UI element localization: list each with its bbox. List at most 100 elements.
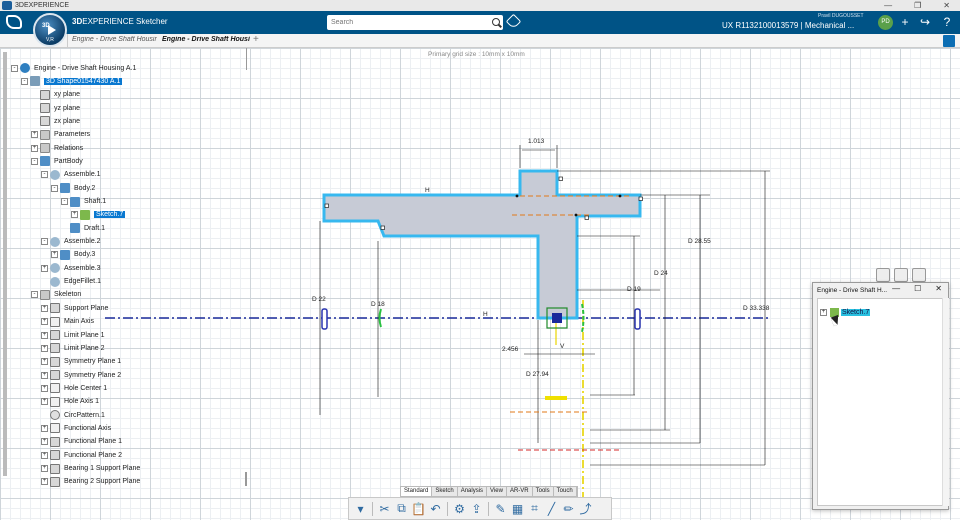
- expand-toggle-icon[interactable]: +: [41, 331, 48, 339]
- tree-node[interactable]: + Symmetry Plane 1: [41, 356, 121, 368]
- tab-drive-shaft-housing-2[interactable]: Engine - Drive Shaft Housing: [162, 36, 250, 43]
- dropdown-icon[interactable]: ▾: [353, 501, 368, 516]
- toolbar-tab-analysis[interactable]: Analysis: [458, 487, 488, 496]
- tree-node[interactable]: zx plane: [31, 115, 80, 127]
- expand-toggle-icon[interactable]: -: [31, 157, 38, 165]
- tree-node[interactable]: + Hole Axis 1: [41, 396, 99, 408]
- add-tab-icon[interactable]: +: [253, 34, 259, 45]
- tree-scrollbar[interactable]: [3, 52, 7, 476]
- avatar[interactable]: PD: [878, 15, 893, 30]
- toolbar-tab-touch[interactable]: Touch: [554, 487, 577, 496]
- close-icon[interactable]: ✕: [943, 1, 950, 10]
- tag-icon[interactable]: [505, 13, 522, 30]
- tree-node[interactable]: + Functional Axis: [41, 422, 111, 434]
- expand-toggle-icon[interactable]: -: [21, 77, 28, 85]
- add-icon[interactable]: +: [898, 15, 912, 29]
- tree-node[interactable]: + Assemble.3: [41, 262, 101, 274]
- restore-icon[interactable]: ❐: [914, 1, 921, 10]
- expand-toggle-icon[interactable]: +: [41, 478, 48, 486]
- minimize-icon[interactable]: —: [884, 1, 892, 10]
- tree-node[interactable]: - 3D Shape01547430 A.1: [21, 75, 123, 87]
- floating-scrollbar[interactable]: [942, 298, 949, 506]
- tree-node[interactable]: Draft.1: [61, 222, 105, 234]
- robot-icon[interactable]: [912, 268, 926, 282]
- pencil-icon[interactable]: ✏: [561, 501, 576, 516]
- expand-toggle-icon[interactable]: +: [41, 358, 48, 366]
- help-icon[interactable]: ?: [940, 15, 954, 29]
- tree-node[interactable]: + Bearing 1 Support Plane: [41, 463, 140, 475]
- paste-icon[interactable]: 📋: [411, 501, 426, 516]
- tree-node[interactable]: + Support Plane: [41, 302, 108, 314]
- dim-diameter-33-338[interactable]: D 33.338: [743, 305, 769, 312]
- collaborative-space-context[interactable]: UX R1132100013579 | Mechanical ...: [722, 21, 854, 30]
- toolbar-tab-sketch[interactable]: Sketch: [432, 487, 458, 496]
- tree-node[interactable]: - Assemble.1: [41, 169, 101, 181]
- tree-node[interactable]: - Body.2: [51, 182, 95, 194]
- copy-icon[interactable]: ⧉: [394, 501, 409, 516]
- expand-toggle-icon[interactable]: +: [41, 438, 48, 446]
- expand-icon[interactable]: [943, 35, 955, 47]
- expand-toggle-icon[interactable]: +: [71, 211, 78, 219]
- tree-node[interactable]: + Limit Plane 1: [41, 329, 104, 341]
- search-icon[interactable]: [489, 16, 503, 30]
- update-icon[interactable]: ⚙: [452, 501, 467, 516]
- expand-toggle-icon[interactable]: +: [41, 384, 48, 392]
- toolbar-tab-tools[interactable]: Tools: [533, 487, 554, 496]
- expand-toggle-icon[interactable]: +: [41, 318, 48, 326]
- cut-icon[interactable]: ✂: [377, 501, 392, 516]
- ds-logo-icon[interactable]: [6, 15, 22, 29]
- dim-diameter-19[interactable]: D 19: [627, 286, 641, 293]
- tree-splitter[interactable]: [245, 472, 247, 486]
- expand-toggle-icon[interactable]: -: [31, 291, 38, 299]
- expand-toggle-icon[interactable]: +: [31, 131, 38, 139]
- tree-node[interactable]: - PartBody: [31, 155, 83, 167]
- minimize-icon[interactable]: —: [892, 284, 900, 293]
- tree-node[interactable]: - Assemble.2: [41, 236, 101, 248]
- expand-toggle-icon[interactable]: +: [41, 344, 48, 352]
- tree-node[interactable]: CircPattern.1: [41, 409, 105, 421]
- tree-node[interactable]: EdgeFillet.1: [41, 276, 101, 288]
- dim-diameter-24[interactable]: D 24: [654, 270, 668, 277]
- dim-diameter-28-55[interactable]: D 28.55: [688, 238, 711, 245]
- line-tool-icon[interactable]: ╱: [544, 501, 559, 516]
- vertical-constraint-label[interactable]: V: [560, 343, 564, 350]
- tree-node[interactable]: + Sketch.7: [71, 209, 126, 221]
- expand-toggle-icon[interactable]: -: [51, 184, 58, 192]
- compass[interactable]: 3D V,R: [33, 13, 67, 47]
- dim-diameter-18[interactable]: D 18: [371, 301, 385, 308]
- expand-toggle-icon[interactable]: -: [11, 64, 18, 72]
- expand-toggle-icon[interactable]: +: [820, 309, 827, 316]
- expand-toggle-icon[interactable]: -: [41, 171, 48, 179]
- expand-toggle-icon[interactable]: -: [61, 198, 68, 205]
- tree-node[interactable]: + Bearing 2 Support Plane: [41, 476, 140, 488]
- expand-toggle-icon[interactable]: +: [41, 465, 48, 472]
- toolbar-tab-standard[interactable]: Standard: [401, 487, 433, 496]
- expand-toggle-icon[interactable]: +: [41, 264, 48, 272]
- sketch-analysis-icon[interactable]: ▦: [510, 501, 525, 516]
- constraint-icon[interactable]: ⌗: [527, 501, 542, 516]
- search-input[interactable]: [327, 19, 489, 26]
- dim-offset-2-456[interactable]: 2.456: [502, 346, 518, 353]
- tab-drive-shaft-housing-1[interactable]: Engine - Drive Shaft Housing: [72, 36, 157, 43]
- close-icon[interactable]: ✕: [935, 284, 942, 293]
- share-icon[interactable]: ↪: [918, 15, 932, 29]
- toolbar-tab-ar-vr[interactable]: AR-VR: [507, 487, 533, 496]
- horizontal-axis-label[interactable]: H: [483, 311, 488, 318]
- render-mode-icon[interactable]: [894, 268, 908, 282]
- expand-toggle-icon[interactable]: +: [41, 304, 48, 312]
- tree-node[interactable]: - Skeleton: [31, 289, 81, 301]
- horizontal-constraint-label[interactable]: H: [425, 187, 430, 194]
- expand-toggle-icon[interactable]: +: [51, 251, 58, 259]
- floating-tree-node[interactable]: + Sketch.7: [820, 308, 871, 317]
- tree-node[interactable]: - Engine - Drive Shaft Housing A.1: [11, 62, 136, 74]
- exit-sketch-icon[interactable]: ⤴: [578, 501, 593, 516]
- tree-node[interactable]: + Main Axis: [41, 316, 94, 328]
- dim-width-top[interactable]: 1.013: [528, 138, 544, 145]
- expand-toggle-icon[interactable]: +: [41, 371, 48, 379]
- tree-node[interactable]: + Hole Center 1: [41, 382, 107, 394]
- tree-node[interactable]: + Parameters: [31, 129, 90, 141]
- tree-node[interactable]: yz plane: [31, 102, 80, 114]
- tree-node[interactable]: + Relations: [31, 142, 83, 154]
- tree-node[interactable]: + Body.3: [51, 249, 95, 261]
- expand-toggle-icon[interactable]: +: [31, 144, 38, 152]
